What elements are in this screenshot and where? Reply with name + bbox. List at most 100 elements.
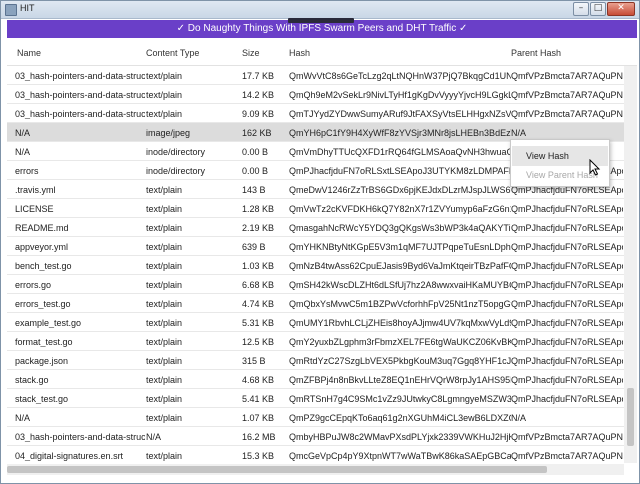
cell-parent-hash: QmfVPzBmcta7AR7AQuPNe212n bbox=[511, 90, 623, 100]
maximize-icon[interactable]: □ bbox=[590, 2, 606, 16]
cell-hash: QmNzB4twAss62CpuEJasis9Byd6VaJmKtqeirTBz… bbox=[289, 261, 511, 271]
cell-content-type: text/plain bbox=[146, 318, 183, 328]
cell-hash: QmYHKNBtyNtKGpE5V3m1qMF7UJTPqpeTuEsnLDph… bbox=[289, 242, 511, 252]
vertical-scroll-thumb[interactable] bbox=[627, 388, 634, 446]
cell-hash: QmbyHBPuJW8c2WMavPXsdPLYjxk2339VWKHuJ2Hj… bbox=[289, 432, 511, 442]
cell-name: N/A bbox=[15, 413, 31, 423]
cell-size: 16.2 MB bbox=[242, 432, 276, 442]
vertical-scrollbar[interactable] bbox=[624, 66, 637, 463]
cell-name: 03_hash-pointers-and-data-structure bbox=[15, 90, 145, 100]
cell-size: 315 B bbox=[242, 356, 266, 366]
cell-content-type: N/A bbox=[146, 432, 162, 442]
table-row[interactable]: README.md text/plain 2.19 KB QmasgahNcRWcY5… bbox=[7, 218, 624, 237]
cell-hash: QmeDwV1246rZzTrBS6GDx6pjKEJdxDLzrMJspJLW… bbox=[289, 185, 511, 195]
table-row[interactable]: stack_test.go text/plain 5.41 KB QmRTSnH7g4… bbox=[7, 389, 624, 408]
cell-hash: QmVwTz2cKVFDKH6kQ7Y82nX7r1ZVYumyp6aFzG6n… bbox=[289, 204, 511, 214]
horizontal-scroll-thumb[interactable] bbox=[7, 466, 547, 473]
mouse-pointer-icon bbox=[589, 159, 601, 176]
table-row[interactable]: format_test.go text/plain 12.5 KB QmY2yuxbZ… bbox=[7, 332, 624, 351]
cell-name: 03_hash-pointers-and-data-structure bbox=[15, 109, 145, 119]
cell-hash: QmQh9eM2vSekLr9NivLTyHf1gKgDvVyyyYjvcH9L… bbox=[289, 90, 511, 100]
cell-hash: QmVmDhyTTUcQXFD1rRQ64fGLMSAoaQvNH3hwuaCF… bbox=[289, 147, 511, 157]
cell-parent-hash: QmPJhacfjduFN7oRLSEApoJ bbox=[511, 299, 623, 309]
cell-content-type: text/plain bbox=[146, 413, 183, 423]
title-bar[interactable]: HIT – □ ✕ bbox=[1, 1, 639, 19]
cell-hash: QmSH42kWscDLZHt6dLSfUj7hz2A8wwxvaiHKaMUY… bbox=[289, 280, 511, 290]
cell-hash: QmTJYydZYDwwSumyARuf9JtFAXSyVtsELHHgxNZs… bbox=[289, 109, 511, 119]
cell-hash: QmUMY1RbvhLCLjZHEis8hoyAJjmw4UV7kqMxwVyL… bbox=[289, 318, 511, 328]
cell-content-type: text/plain bbox=[146, 242, 183, 252]
cell-parent-hash: QmfVPzBmcta7AR7AQuPNe212n bbox=[511, 71, 623, 81]
cell-name: 03_hash-pointers-and-data-structure bbox=[15, 432, 145, 442]
column-header-content-type[interactable]: Content Type bbox=[146, 48, 199, 58]
cell-content-type: image/jpeg bbox=[146, 128, 191, 138]
table-row[interactable]: stack.go text/plain 4.68 KB QmZFBPj4n8nBkvL… bbox=[7, 370, 624, 389]
column-header-name[interactable]: Name bbox=[17, 48, 41, 58]
cell-size: 12.5 KB bbox=[242, 337, 275, 347]
cell-name: LICENSE bbox=[15, 204, 54, 214]
cell-content-type: text/plain bbox=[146, 90, 183, 100]
cell-content-type: text/plain bbox=[146, 185, 183, 195]
cell-size: 6.68 KB bbox=[242, 280, 275, 290]
cell-content-type: text/plain bbox=[146, 71, 183, 81]
cell-hash: QmZFBPj4n8nBkvLLteZ8EQ1nEHrVQrW8rpJy1AHS… bbox=[289, 375, 511, 385]
table-row[interactable]: package.json text/plain 315 B QmRtdYzC27Szg… bbox=[7, 351, 624, 370]
cell-name: package.json bbox=[15, 356, 69, 366]
close-icon[interactable]: ✕ bbox=[607, 2, 635, 16]
cell-name: errors bbox=[15, 166, 39, 176]
cell-content-type: text/plain bbox=[146, 451, 183, 461]
table-row[interactable]: N/A text/plain 1.07 KB QmPZ9gcCEpqKTo6aq61g… bbox=[7, 408, 624, 427]
table-row[interactable]: 03_hash-pointers-and-data-structureN/A 16… bbox=[7, 427, 624, 446]
cell-parent-hash: QmPJhacfjduFN7oRLSEApoJ bbox=[511, 204, 623, 214]
cell-size: 4.74 KB bbox=[242, 299, 275, 309]
cell-parent-hash: QmPJhacfjduFN7oRLSEApoJ bbox=[511, 261, 623, 271]
table-row[interactable]: 03_hash-pointers-and-data-structuretext/… bbox=[7, 85, 624, 104]
cell-hash: QmY2yuxbZLgphm3rFbmzXEL7FE6tgWaUKCZ06KvB… bbox=[289, 337, 511, 347]
cell-content-type: text/plain bbox=[146, 109, 183, 119]
table-row[interactable]: bench_test.go text/plain 1.03 KB QmNzB4twAs… bbox=[7, 256, 624, 275]
cell-hash: QmYH6pC1fY9H4XyWfF8zYVSjr3MNr8jsLHEBn3Bd… bbox=[289, 128, 511, 138]
table-row[interactable]: 03_hash-pointers-and-data-structuretext/… bbox=[7, 66, 624, 85]
cell-hash: QmcGeVpCp4pY9XtpnWT7wWaTBwK86kaSAEpGBCaE… bbox=[289, 451, 511, 461]
table-row[interactable]: errors.go text/plain 6.68 KB QmSH42kWscDLZH… bbox=[7, 275, 624, 294]
table-row[interactable]: 03_hash-pointers-and-data-structuretext/… bbox=[7, 104, 624, 123]
cell-name: example_test.go bbox=[15, 318, 82, 328]
horizontal-scrollbar[interactable] bbox=[7, 464, 624, 475]
cell-size: 2.19 KB bbox=[242, 223, 275, 233]
cell-name: N/A bbox=[15, 128, 31, 138]
cell-parent-hash: N/A bbox=[511, 128, 527, 138]
cell-hash: QmRtdYzC27SzgLbVEX5PkbgKouM3uq7Ggq8YHF1c… bbox=[289, 356, 511, 366]
cell-content-type: inode/directory bbox=[146, 147, 206, 157]
cell-parent-hash: QmPJhacfjduFN7oRLSEApoJ bbox=[511, 223, 623, 233]
cell-parent-hash: QmPJhacfjduFN7oRLSEApoJ bbox=[511, 375, 623, 385]
cell-size: 1.07 KB bbox=[242, 413, 275, 423]
table-header: Name Content Type Size Hash Parent Hash bbox=[7, 39, 637, 66]
cell-parent-hash: QmPJhacfjduFN7oRLSEApoJ bbox=[511, 280, 623, 290]
table-row[interactable]: errors_test.go text/plain 4.74 KB QmQbxYsMv… bbox=[7, 294, 624, 313]
table-row[interactable]: LICENSE text/plain 1.28 KB QmVwTz2cKVFDKH6k… bbox=[7, 199, 624, 218]
table-row[interactable]: appveyor.yml text/plain 639 B QmYHKNBtyNtKG… bbox=[7, 237, 624, 256]
cell-size: 5.41 KB bbox=[242, 394, 275, 404]
cell-content-type: text/plain bbox=[146, 375, 183, 385]
cell-hash: QmRTSnH7g4C9SMc1vZz9JUtwkyC8LgmngyeMSZW3… bbox=[289, 394, 511, 404]
cell-size: 143 B bbox=[242, 185, 266, 195]
cell-name: 03_hash-pointers-and-data-structure bbox=[15, 71, 145, 81]
app-icon bbox=[5, 4, 17, 16]
cell-name: stack.go bbox=[15, 375, 49, 385]
column-header-size[interactable]: Size bbox=[242, 48, 260, 58]
cell-size: 1.03 KB bbox=[242, 261, 275, 271]
table-row[interactable]: example_test.go text/plain 5.31 KB QmUMY1Rb… bbox=[7, 313, 624, 332]
column-header-parent-hash[interactable]: Parent Hash bbox=[511, 48, 561, 58]
cell-content-type: inode/directory bbox=[146, 166, 206, 176]
cell-size: 5.31 KB bbox=[242, 318, 275, 328]
cell-hash: QmQbxYsMvwC5m1BZPwVcforhhFpV25Nt1nzT5opg… bbox=[289, 299, 511, 309]
cell-size: 162 KB bbox=[242, 128, 272, 138]
minimize-icon[interactable]: – bbox=[573, 2, 589, 16]
cell-size: 9.09 KB bbox=[242, 109, 275, 119]
cell-size: 15.3 KB bbox=[242, 451, 275, 461]
cell-hash: QmasgahNcRWcY5YDQ3gQKgsWs3bWP3k4aQAKYTiY… bbox=[289, 223, 511, 233]
column-header-hash[interactable]: Hash bbox=[289, 48, 310, 58]
cell-content-type: text/plain bbox=[146, 204, 183, 214]
table-row[interactable]: 04_digital-signatures.en.srt text/plain 15… bbox=[7, 446, 624, 463]
cell-hash: QmPZ9gcCEpqKTo6aq61g2nXGUhM4iCL3ewB6LDXZ… bbox=[289, 413, 511, 423]
